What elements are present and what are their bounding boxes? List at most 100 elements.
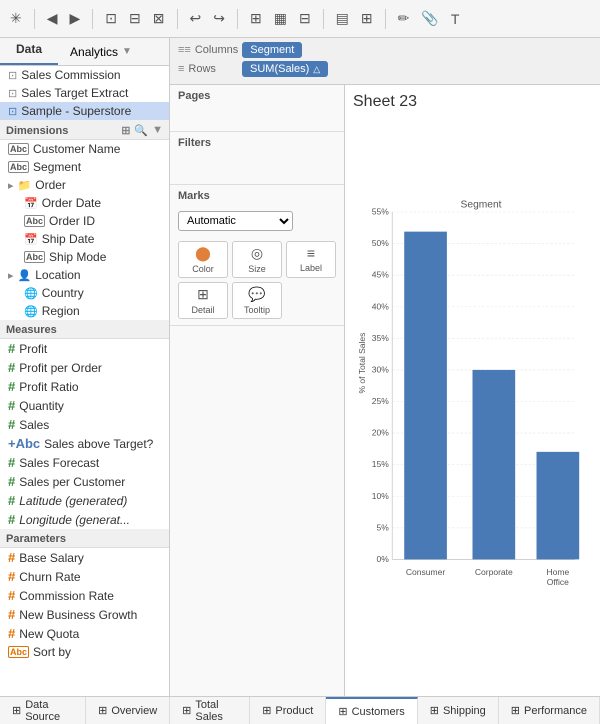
pen-icon[interactable]: ✏: [394, 8, 414, 29]
meas-sales-forecast[interactable]: # Sales Forecast: [0, 453, 169, 472]
config-panel: Pages Filters Marks: [170, 85, 345, 696]
rows-label: ≡ Rows: [178, 63, 238, 75]
hash-icon: #: [8, 474, 15, 489]
segment-axis-label: Segment: [461, 200, 502, 211]
meas-profit[interactable]: # Profit: [0, 339, 169, 358]
datasource-active-icon: ⊡: [8, 105, 17, 118]
tab-customers[interactable]: ⊞ Customers: [326, 697, 417, 724]
chart-icon[interactable]: ⊞: [246, 8, 266, 29]
chart3-icon[interactable]: ⊟: [295, 8, 315, 29]
param-churn-rate[interactable]: # Churn Rate: [0, 567, 169, 586]
columns-pill-segment[interactable]: Segment: [242, 42, 302, 58]
datasource-icon2: ⊡: [8, 87, 17, 100]
marks-detail-button[interactable]: ⊞ Detail: [178, 282, 228, 319]
hash-orange-icon: #: [8, 569, 15, 584]
bar-corporate[interactable]: [473, 370, 516, 559]
redo-button[interactable]: ↪: [209, 8, 229, 29]
main-area: Data Analytics ▼ ⊡ Sales Commission ⊡ Sa…: [0, 38, 600, 696]
globe-icon: 🌐: [24, 287, 38, 300]
tab-performance[interactable]: ⊞ Performance: [499, 697, 600, 724]
dim-order-date[interactable]: 📅 Order Date: [0, 194, 169, 212]
parameters-header: Parameters: [0, 529, 169, 548]
tab-shipping[interactable]: ⊞ Shipping: [418, 697, 499, 724]
dim-customer-name[interactable]: Abc Customer Name: [0, 140, 169, 158]
bar-chart: Segment % of Total Sales: [353, 115, 592, 688]
color-dots-icon: ⬤: [195, 245, 211, 262]
tab-icon3: ⊞: [182, 704, 191, 717]
bar-consumer[interactable]: [404, 232, 447, 560]
param-base-salary[interactable]: # Base Salary: [0, 548, 169, 567]
meas-sales-above-target[interactable]: +Abc Sales above Target?: [0, 434, 169, 453]
tooltip-icon: 💬: [248, 286, 265, 303]
print-button[interactable]: ⊠: [149, 8, 169, 29]
bar-home-office[interactable]: [537, 452, 580, 560]
dim-segment[interactable]: Abc Segment: [0, 158, 169, 176]
hash-icon: #: [8, 417, 15, 432]
forward-button[interactable]: ▶: [66, 8, 85, 29]
marks-section: Marks Automatic Bar Line Area: [170, 185, 344, 326]
back-button[interactable]: ◀: [43, 8, 62, 29]
meas-profit-per-order[interactable]: # Profit per Order: [0, 358, 169, 377]
marks-type-row: Automatic Bar Line Area: [170, 207, 344, 235]
meas-profit-ratio[interactable]: # Profit Ratio: [0, 377, 169, 396]
marks-size-button[interactable]: ◎ Size: [232, 241, 282, 278]
tab-data[interactable]: Data: [0, 38, 58, 65]
save-as-button[interactable]: ⊟: [125, 8, 145, 29]
marks-label-button[interactable]: ≡ Label: [286, 241, 336, 278]
marks-tooltip-button[interactable]: 💬 Tooltip: [232, 282, 282, 319]
datasource-sales-target[interactable]: ⊡ Sales Target Extract: [0, 84, 169, 102]
param-new-business-growth[interactable]: # New Business Growth: [0, 605, 169, 624]
marks-type-select[interactable]: Automatic Bar Line Area: [178, 211, 293, 231]
hash-orange-icon: #: [8, 607, 15, 622]
datasource-superstore[interactable]: ⊡ Sample - Superstore: [0, 102, 169, 120]
tab-analytics[interactable]: Analytics ▼: [58, 38, 144, 65]
grid-icon[interactable]: ⊞: [121, 124, 130, 137]
analyze-icon[interactable]: ⊞: [357, 8, 377, 29]
dim-country[interactable]: 🌐 Country: [0, 284, 169, 302]
param-sort-by[interactable]: Abc Sort by: [0, 643, 169, 661]
param-commission-rate[interactable]: # Commission Rate: [0, 586, 169, 605]
tab-icon6: ⊞: [430, 704, 439, 717]
dim-ship-mode[interactable]: Abc Ship Mode: [0, 248, 169, 266]
save-button[interactable]: ⊡: [101, 8, 121, 29]
datasource-icon: ⊡: [8, 69, 17, 82]
hash-icon: #: [8, 512, 15, 527]
hash-orange-icon: #: [8, 550, 15, 565]
paperclip-icon[interactable]: 📎: [417, 8, 442, 29]
dim-order-group[interactable]: ▸ 📁 Order: [0, 176, 169, 194]
meas-latitude[interactable]: # Latitude (generated): [0, 491, 169, 510]
hash-abc-icon: +Abc: [8, 436, 40, 451]
analytics-dropdown-icon: ▼: [122, 46, 132, 57]
chart-title: Sheet 23: [353, 93, 592, 111]
datasource-sales-commission[interactable]: ⊡ Sales Commission: [0, 66, 169, 84]
param-new-quota[interactable]: # New Quota: [0, 624, 169, 643]
meas-longitude[interactable]: # Longitude (generat...: [0, 510, 169, 529]
meas-sales[interactable]: # Sales: [0, 415, 169, 434]
search-icon[interactable]: 🔍: [134, 124, 148, 137]
label-icon: ≡: [307, 245, 315, 261]
marks-color-button[interactable]: ⬤ Color: [178, 241, 228, 278]
left-panel: Data Analytics ▼ ⊡ Sales Commission ⊡ Sa…: [0, 38, 170, 696]
tab-data-source[interactable]: ⊞ Data Source: [0, 697, 86, 724]
bar-label-consumer: Consumer: [406, 567, 445, 577]
y-axis-label: % of Total Sales: [357, 333, 367, 394]
expand-icon[interactable]: ▼: [152, 124, 163, 137]
tab-product[interactable]: ⊞ Product: [250, 697, 326, 724]
dim-region[interactable]: 🌐 Region: [0, 302, 169, 320]
text-icon[interactable]: T: [447, 9, 464, 29]
tab-overview[interactable]: ⊞ Overview: [86, 697, 170, 724]
dim-ship-date[interactable]: 📅 Ship Date: [0, 230, 169, 248]
hash-orange-icon: #: [8, 588, 15, 603]
svg-text:0%: 0%: [377, 554, 390, 564]
chart2-icon[interactable]: ▦: [270, 8, 291, 29]
dim-order-id[interactable]: Abc Order ID: [0, 212, 169, 230]
tab-total-sales[interactable]: ⊞ Total Sales: [170, 697, 250, 724]
rows-pill-sales[interactable]: SUM(Sales) △: [242, 61, 328, 77]
svg-text:30%: 30%: [372, 364, 389, 374]
show-me-button[interactable]: ▤: [332, 8, 353, 29]
undo-button[interactable]: ↩: [186, 8, 206, 29]
meas-sales-per-customer[interactable]: # Sales per Customer: [0, 472, 169, 491]
dim-location-group[interactable]: ▸ 👤 Location: [0, 266, 169, 284]
folder-icon3: ▸: [8, 269, 14, 282]
meas-quantity[interactable]: # Quantity: [0, 396, 169, 415]
